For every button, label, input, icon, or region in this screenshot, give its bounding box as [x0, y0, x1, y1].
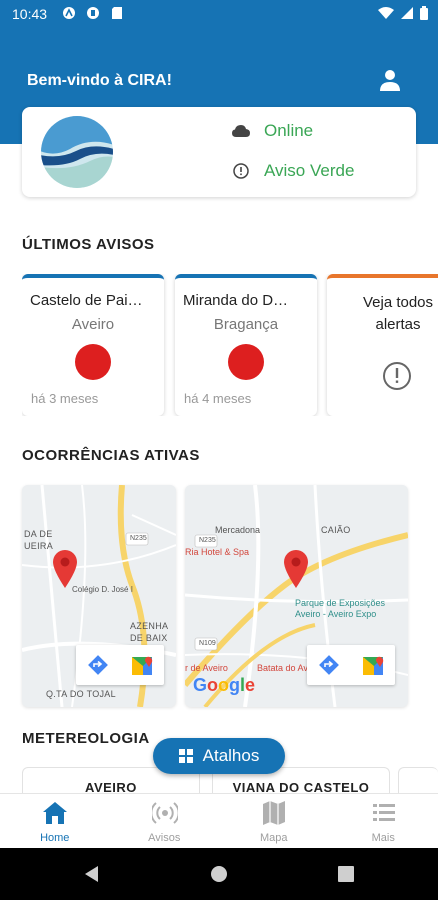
- status-card: Online Aviso Verde: [22, 107, 416, 197]
- alert-region: Aveiro: [71, 316, 115, 333]
- alert-card[interactable]: Castelo de Pai… Aveiro há 3 meses: [22, 274, 164, 416]
- home-circle-icon[interactable]: [209, 864, 229, 884]
- nav-label: Mapa: [259, 832, 288, 844]
- welcome-title: Bem-vindo à CIRA!: [27, 72, 172, 89]
- map-toolbar: [307, 645, 395, 685]
- alert-card[interactable]: Miranda do D… Bragança há 4 meses: [175, 274, 317, 416]
- directions-icon: [88, 655, 108, 675]
- occurrence-map[interactable]: N235 N109 Mercadona CAIÃO Ria Hotel & Sp…: [185, 485, 408, 707]
- location-pin-icon[interactable]: [282, 548, 310, 588]
- map-poi-label: Ria Hotel & Spa: [185, 547, 250, 557]
- nav-label: Mais: [371, 832, 395, 844]
- open-maps-button[interactable]: [351, 645, 395, 685]
- alert-status-indicator: [228, 344, 264, 380]
- status-time: 10:43: [12, 6, 48, 22]
- map-poi-label: Parque de Exposições Aveiro - Aveiro Exp…: [295, 598, 386, 619]
- alert-time: há 4 meses: [184, 391, 252, 406]
- shortcuts-button[interactable]: Atalhos: [153, 738, 285, 774]
- shortcuts-label: Atalhos: [202, 746, 260, 765]
- alert-location: Miranda do D…: [183, 292, 289, 309]
- connection-status: Online: [232, 121, 313, 141]
- nav-mapa[interactable]: Mapa: [219, 794, 329, 849]
- exclamation-circle-icon: [382, 361, 412, 391]
- map-area-label: DA DE: [24, 529, 53, 539]
- app-notification-icon: [86, 6, 100, 20]
- nav-mais[interactable]: Mais: [329, 794, 438, 849]
- directions-button[interactable]: [76, 645, 120, 685]
- map-road-label: N109: [199, 640, 216, 647]
- see-all-alerts-text: Veja todos alertas: [362, 294, 434, 333]
- alert-time: há 3 meses: [31, 391, 99, 406]
- location-pin-icon[interactable]: [51, 548, 79, 588]
- alerts-section-title: ÚLTIMOS AVISOS: [22, 236, 155, 253]
- google-maps-icon: [363, 656, 384, 675]
- directions-button[interactable]: [307, 645, 351, 685]
- cira-logo: [40, 115, 114, 189]
- battery-icon: [420, 6, 428, 25]
- status-bar: 10:43: [0, 0, 438, 30]
- map-poi-label: Mercadona: [215, 525, 261, 535]
- map-toolbar: [76, 645, 164, 685]
- occurrences-section-title: OCORRÊNCIAS ATIVAS: [22, 447, 200, 464]
- map-area-label: AZENHA: [130, 621, 169, 631]
- map-area-label: UEIRA: [24, 541, 54, 551]
- alert-location: Castelo de Pai…: [30, 292, 143, 309]
- broadcast-icon: [151, 802, 178, 824]
- nav-avisos[interactable]: Avisos: [110, 794, 220, 849]
- see-all-alerts-card[interactable]: Veja todos alertas: [327, 274, 438, 416]
- app-notification-icon: [62, 6, 76, 20]
- google-logo: Google: [193, 675, 256, 695]
- grid-icon: [178, 749, 193, 763]
- warning-status-text: Aviso Verde: [264, 161, 355, 180]
- map-poi-label: Colégio D. José I: [72, 585, 133, 594]
- menu-list-icon: [372, 804, 395, 821]
- meteo-section-title: METEREOLOGIA: [22, 730, 150, 747]
- nav-home[interactable]: Home: [0, 794, 110, 849]
- warning-status: Aviso Verde: [232, 161, 354, 181]
- user-profile-icon[interactable]: [378, 68, 402, 92]
- cloud-icon: [232, 122, 250, 140]
- google-maps-icon: [132, 656, 153, 675]
- bottom-navigation: Home Avisos Mapa Mais: [0, 793, 438, 848]
- back-icon[interactable]: [82, 864, 102, 884]
- sd-card-icon: [110, 6, 124, 20]
- directions-icon: [319, 655, 339, 675]
- info-icon: [232, 162, 250, 180]
- home-icon: [43, 802, 67, 824]
- map-road-label: N235: [199, 537, 216, 544]
- signal-icon: [400, 6, 414, 25]
- map-poi-label: r de Aveiro: [185, 663, 228, 673]
- system-navigation-bar: [0, 848, 438, 900]
- open-maps-button[interactable]: [120, 645, 164, 685]
- nav-label: Home: [40, 832, 70, 844]
- nav-label: Avisos: [148, 832, 181, 844]
- map-area-label: DE BAIX: [130, 633, 168, 643]
- map-area-label: CAIÃO: [321, 525, 351, 535]
- wifi-icon: [378, 6, 394, 25]
- connection-status-text: Online: [264, 121, 314, 140]
- occurrence-map[interactable]: N235 DA DE UEIRA AZENHA DE BAIX Q.TA DO …: [22, 485, 176, 707]
- alert-status-indicator: [75, 344, 111, 380]
- recent-apps-icon[interactable]: [336, 864, 356, 884]
- alert-region: Bragança: [213, 316, 279, 333]
- alerts-carousel[interactable]: Castelo de Pai… Aveiro há 3 meses Mirand…: [22, 274, 438, 416]
- map-road-label: N235: [130, 535, 147, 542]
- map-area-label: Q.TA DO TOJAL: [46, 689, 116, 699]
- map-icon: [263, 801, 285, 825]
